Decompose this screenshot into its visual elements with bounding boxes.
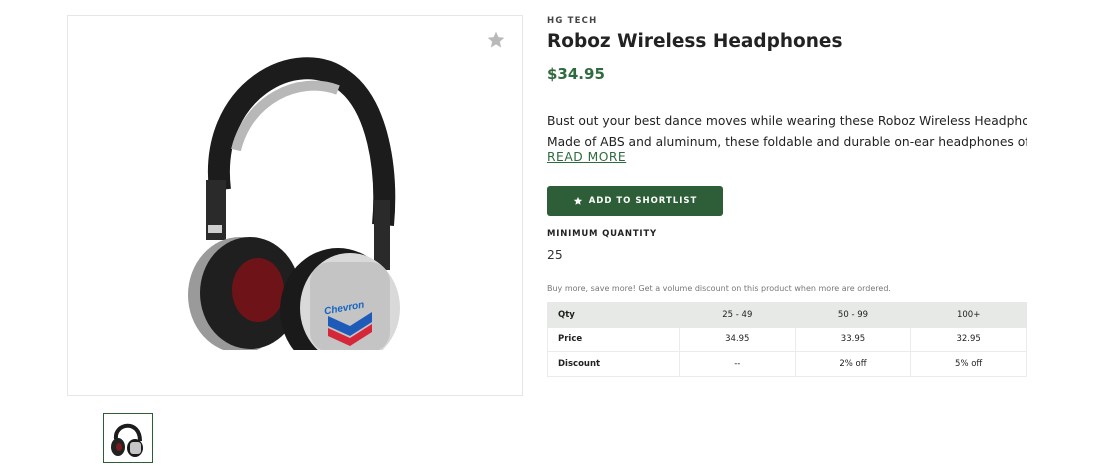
table-header-cell: Qty [547,302,680,328]
product-image-panel: Chevron [67,15,523,396]
table-cell: 2% off [794,351,912,377]
star-icon[interactable] [486,30,506,50]
minimum-quantity-label: MINIMUM QUANTITY [547,229,657,239]
table-row-label: Discount [547,351,680,377]
product-title: Roboz Wireless Headphones [547,31,843,52]
table-row-label: Price [547,326,680,352]
product-price: $34.95 [547,65,605,83]
product-description: Bust out your best dance moves while wea… [547,111,1027,153]
thumbnail-image[interactable] [103,413,153,463]
read-more-link[interactable]: READ MORE [547,150,626,164]
add-to-shortlist-button[interactable]: ADD TO SHORTLIST [547,186,723,216]
star-icon [573,196,582,205]
table-cell: 32.95 [910,326,1027,352]
table-cell: -- [678,351,796,377]
brand-name: HG TECH [547,16,598,26]
table-cell: 34.95 [678,326,796,352]
description-line: Bust out your best dance moves while wea… [547,114,1027,128]
table-row: Price 34.95 33.95 32.95 [547,326,1027,352]
table-cell: 5% off [910,351,1027,377]
shortlist-label: ADD TO SHORTLIST [588,196,698,206]
product-image: Chevron [188,57,400,350]
table-header-cell: 100+ [910,302,1027,328]
table-cell: 33.95 [794,326,912,352]
table-header-cell: 50 - 99 [794,302,912,328]
volume-pricing-table: Qty 25 - 49 50 - 99 100+ Price 34.95 33.… [547,302,1027,377]
table-row: Discount -- 2% off 5% off [547,351,1027,377]
minimum-quantity-value: 25 [547,248,563,262]
volume-discount-note: Buy more, save more! Get a volume discou… [547,284,891,293]
headphones-thumbnail-icon [111,423,143,457]
table-header-row: Qty 25 - 49 50 - 99 100+ [547,302,1027,328]
table-header-cell: 25 - 49 [678,302,796,328]
